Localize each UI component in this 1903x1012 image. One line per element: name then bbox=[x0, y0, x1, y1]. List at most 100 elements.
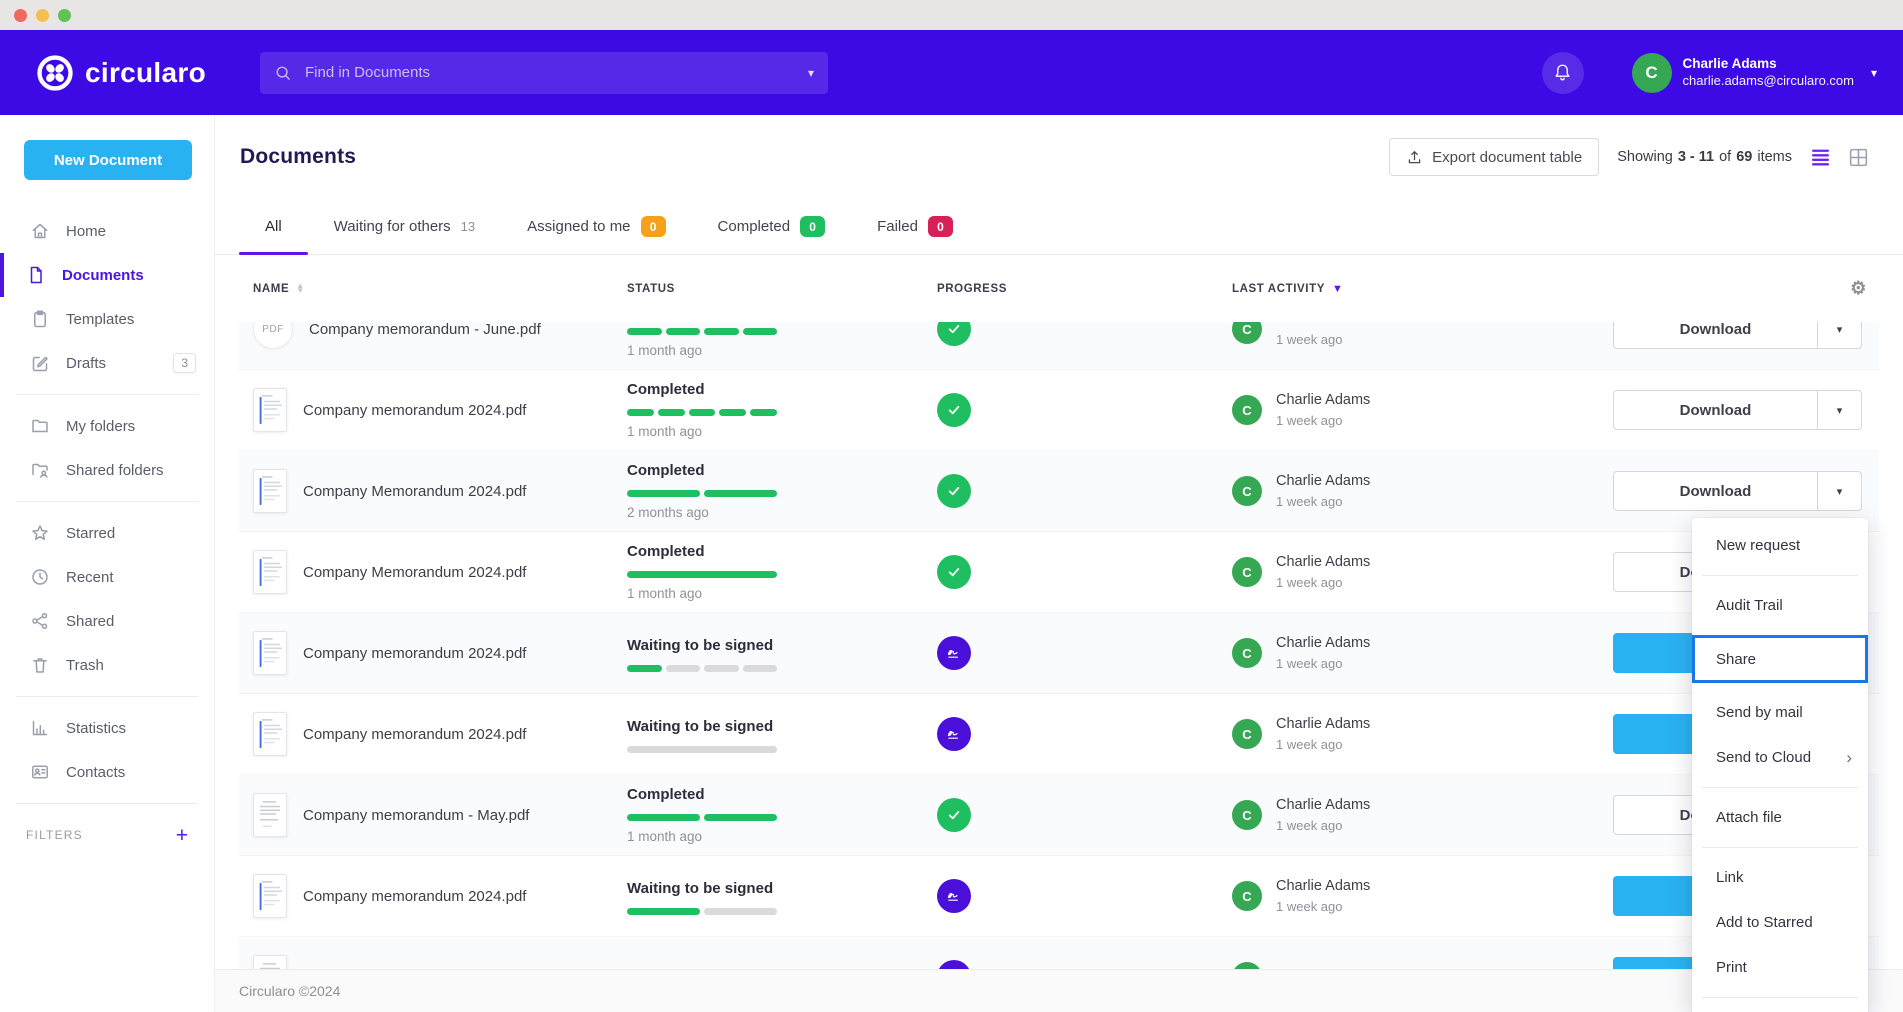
document-name-cell: Company Memorandum 2024.pdf bbox=[239, 550, 627, 594]
sort-icon: ▲▼ bbox=[296, 284, 305, 294]
export-icon bbox=[1406, 149, 1423, 166]
user-menu-chevron-icon: ▾ bbox=[1871, 66, 1877, 80]
sidebar-item-contacts[interactable]: Contacts bbox=[0, 750, 214, 794]
table-row[interactable]: Company memorandum 2024.pdfWaiting to be… bbox=[239, 856, 1879, 937]
table-row[interactable]: Company memorandum 2024.pdf Completed1 mo… bbox=[239, 370, 1879, 451]
column-header-progress[interactable]: PROGRESS bbox=[937, 283, 1232, 295]
column-header-status[interactable]: STATUS bbox=[627, 283, 937, 295]
document-thumbnail-icon bbox=[253, 550, 287, 594]
user-menu[interactable]: C Charlie Adams charlie.adams@circularo.… bbox=[1632, 53, 1877, 93]
document-name: Company memorandum - May.pdf bbox=[303, 807, 529, 824]
notifications-button[interactable] bbox=[1542, 52, 1584, 94]
completed-check-icon bbox=[937, 474, 971, 508]
share-icon bbox=[30, 611, 50, 631]
table-row[interactable]: Company Memorandum 2024.pdfCompleted2 mo… bbox=[239, 451, 1879, 532]
activity-user-name: Charlie Adams bbox=[1276, 797, 1370, 815]
download-button[interactable]: Download▾ bbox=[1613, 471, 1862, 511]
progress-segment bbox=[743, 328, 778, 335]
close-window-button[interactable] bbox=[14, 9, 27, 22]
activity-avatar: C bbox=[1232, 476, 1262, 506]
activity-avatar: C bbox=[1232, 557, 1262, 587]
progress-segment bbox=[704, 328, 739, 335]
submenu-chevron-icon: › bbox=[1846, 749, 1852, 766]
sidebar-item-trash[interactable]: Trash bbox=[0, 643, 214, 687]
menu-item-add-to-starred[interactable]: Add to Starred bbox=[1692, 900, 1868, 945]
copyright-text: Circularo ©2024 bbox=[239, 983, 340, 999]
column-header-name[interactable]: NAME▲▼ bbox=[239, 283, 627, 295]
actions-cell: Download▾ bbox=[1613, 471, 1879, 511]
search-scope-chevron-icon[interactable]: ▾ bbox=[808, 66, 814, 80]
add-filter-button[interactable]: + bbox=[176, 825, 188, 846]
sidebar-item-recent[interactable]: Recent bbox=[0, 555, 214, 599]
download-button[interactable]: Download▾ bbox=[1613, 390, 1862, 430]
home-icon bbox=[30, 221, 50, 241]
status-cell: Completed1 month ago bbox=[627, 379, 937, 442]
table-row[interactable]: Company Memorandum 2024.pdfCompleted1 mo… bbox=[239, 532, 1879, 613]
sidebar-item-shared[interactable]: Shared bbox=[0, 599, 214, 643]
table-viewport[interactable]: PDFCompany memorandum - June.pdf1 month … bbox=[215, 322, 1903, 969]
tab-all[interactable]: All bbox=[239, 199, 308, 254]
tab-assigned-to-me[interactable]: Assigned to me0 bbox=[501, 199, 691, 254]
download-button[interactable]: Download▾ bbox=[1613, 322, 1862, 349]
tab-waiting-for-others[interactable]: Waiting for others13 bbox=[308, 199, 501, 254]
row-menu-caret-open[interactable]: ▾ bbox=[1817, 472, 1861, 510]
zoom-window-button[interactable] bbox=[58, 9, 71, 22]
menu-item-print[interactable]: Print bbox=[1692, 945, 1868, 990]
tab-count-badge: 0 bbox=[800, 216, 825, 237]
grid-view-icon[interactable] bbox=[1848, 147, 1869, 168]
sidebar-item-templates[interactable]: Templates bbox=[0, 297, 214, 341]
sidebar-item-shared-folders[interactable]: Shared folders bbox=[0, 448, 214, 492]
sidebar-item-documents[interactable]: Documents bbox=[0, 253, 214, 297]
table-row[interactable]: C▾ bbox=[239, 937, 1879, 969]
page-footer: Circularo ©2024 bbox=[215, 969, 1903, 1012]
document-name-cell bbox=[239, 955, 627, 969]
table-row[interactable]: Company memorandum 2024.pdfWaiting to be… bbox=[239, 694, 1879, 775]
row-menu-caret[interactable]: ▾ bbox=[1817, 391, 1861, 429]
global-search: ▾ bbox=[260, 52, 828, 94]
list-view-icon[interactable] bbox=[1810, 147, 1831, 168]
menu-item-attach-file[interactable]: Attach file bbox=[1692, 795, 1868, 840]
column-header-last-activity[interactable]: LAST ACTIVITY▼ bbox=[1232, 283, 1613, 295]
sort-desc-icon: ▼ bbox=[1332, 283, 1344, 295]
progress-segment bbox=[627, 665, 662, 672]
tab-failed[interactable]: Failed0 bbox=[851, 199, 979, 254]
minimize-window-button[interactable] bbox=[36, 9, 49, 22]
actions-cell: Download▾ bbox=[1613, 322, 1879, 349]
sidebar-item-drafts[interactable]: Drafts3 bbox=[0, 341, 214, 385]
sidebar-item-label: Trash bbox=[66, 657, 104, 674]
status-label: Completed bbox=[627, 784, 937, 806]
menu-item-send-by-mail[interactable]: Send by mail bbox=[1692, 690, 1868, 735]
progress-cell bbox=[937, 322, 1232, 346]
tab-label: Waiting for others bbox=[334, 218, 451, 235]
tab-completed[interactable]: Completed0 bbox=[692, 199, 852, 254]
last-activity-cell: CCharlie Adams1 week ago bbox=[1232, 878, 1613, 915]
menu-item-audit-trail[interactable]: Audit Trail bbox=[1692, 583, 1868, 628]
table-settings-icon[interactable]: ⚙ bbox=[1613, 278, 1879, 299]
table-row[interactable]: Company memorandum - May.pdfCompleted1 m… bbox=[239, 775, 1879, 856]
menu-item-new-request[interactable]: New request bbox=[1692, 523, 1868, 568]
menu-divider bbox=[1702, 787, 1858, 788]
status-cell: Waiting to be signed bbox=[627, 878, 937, 915]
last-activity-cell: CCharlie Adams1 week ago bbox=[1232, 716, 1613, 753]
table-row[interactable]: Company memorandum 2024.pdfWaiting to be… bbox=[239, 613, 1879, 694]
table-row[interactable]: PDFCompany memorandum - June.pdf1 month … bbox=[239, 322, 1879, 370]
menu-item-send-to-cloud[interactable]: Send to Cloud› bbox=[1692, 735, 1868, 780]
sidebar-item-starred[interactable]: Starred bbox=[0, 511, 214, 555]
action-button-label: Download bbox=[1614, 322, 1817, 348]
sidebar-item-statistics[interactable]: Statistics bbox=[0, 706, 214, 750]
sidebar-item-my-folders[interactable]: My folders bbox=[0, 404, 214, 448]
sidebar-item-home[interactable]: Home bbox=[0, 209, 214, 253]
export-document-table-button[interactable]: Export document table bbox=[1389, 138, 1599, 176]
sidebar-item-label: Contacts bbox=[66, 764, 125, 781]
menu-item-share[interactable]: Share bbox=[1692, 635, 1868, 683]
search-icon bbox=[274, 64, 292, 82]
new-document-button[interactable]: New Document bbox=[24, 140, 192, 180]
tab-label: All bbox=[265, 218, 282, 235]
activity-user-name: Charlie Adams bbox=[1276, 473, 1370, 491]
document-name: Company memorandum 2024.pdf bbox=[303, 402, 526, 419]
row-menu-caret[interactable]: ▾ bbox=[1817, 322, 1861, 348]
folder-icon bbox=[30, 416, 50, 436]
tab-label: Failed bbox=[877, 218, 918, 235]
menu-item-link[interactable]: Link bbox=[1692, 855, 1868, 900]
search-input[interactable] bbox=[305, 64, 795, 81]
